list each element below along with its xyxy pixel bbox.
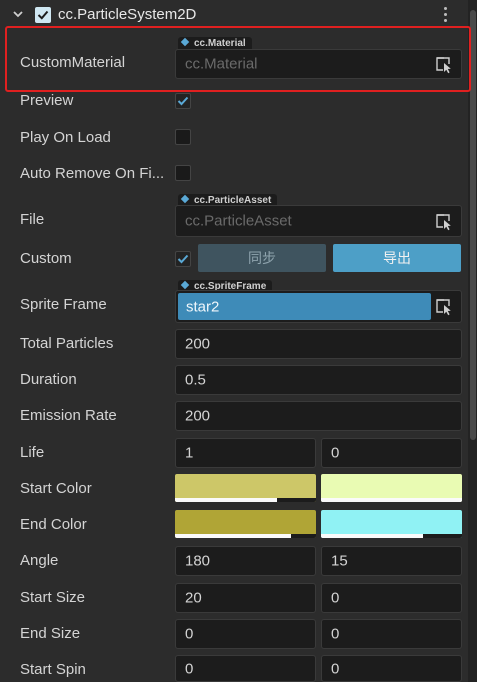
start-size-input[interactable]: 20: [175, 583, 316, 613]
start-spin-variance-input[interactable]: 0: [321, 655, 462, 682]
start-color-label: Start Color: [20, 480, 92, 497]
custom-label: Custom: [20, 250, 72, 267]
chevron-down-icon[interactable]: [12, 8, 24, 20]
start-color-variance-swatch[interactable]: [321, 474, 462, 502]
life-label: Life: [20, 444, 45, 461]
start-spin-label: Start Spin: [20, 661, 86, 678]
play-on-load-checkbox[interactable]: [175, 129, 191, 145]
alpha-bar: [321, 498, 462, 502]
custom-checkbox[interactable]: [175, 251, 191, 267]
check-icon: [37, 10, 49, 20]
start-spin-input[interactable]: 0: [175, 655, 316, 682]
end-size-label: End Size: [20, 625, 81, 642]
life-input[interactable]: 1: [175, 438, 316, 468]
alpha-bar-remainder: [422, 534, 462, 538]
end-size-variance-input[interactable]: 0: [321, 619, 462, 649]
alpha-bar: [175, 498, 277, 502]
sprite-frame-label: Sprite Frame: [20, 296, 107, 313]
highlight-box: [5, 26, 471, 92]
auto-remove-label: Auto Remove On Fi...: [20, 165, 165, 182]
total-particles-label: Total Particles: [20, 335, 114, 352]
more-options-icon[interactable]: [441, 7, 449, 23]
alpha-bar: [175, 534, 291, 538]
life-variance-input[interactable]: 0: [321, 438, 462, 468]
end-color-swatch[interactable]: [175, 510, 316, 538]
file-field[interactable]: cc.ParticleAsset: [175, 205, 462, 237]
sprite-frame-field[interactable]: star2: [175, 290, 462, 323]
emission-rate-input[interactable]: 200: [175, 401, 462, 431]
asset-diamond-icon: [180, 194, 190, 204]
asset-picker-icon[interactable]: [435, 213, 453, 231]
angle-label: Angle: [20, 552, 59, 569]
auto-remove-checkbox[interactable]: [175, 165, 191, 181]
angle-variance-input[interactable]: 15: [321, 546, 462, 576]
sprite-frame-value[interactable]: star2: [178, 293, 431, 320]
preview-label: Preview: [20, 92, 74, 109]
alpha-bar-remainder: [290, 534, 316, 538]
duration-input[interactable]: 0.5: [175, 365, 462, 395]
alpha-bar: [321, 534, 423, 538]
sync-button[interactable]: 同步: [198, 244, 326, 272]
emission-rate-label: Emission Rate: [20, 407, 117, 424]
start-color-swatch[interactable]: [175, 474, 316, 502]
file-label: File: [20, 211, 45, 228]
total-particles-input[interactable]: 200: [175, 329, 462, 359]
end-color-variance-swatch[interactable]: [321, 510, 462, 538]
duration-label: Duration: [20, 371, 77, 388]
component-enabled-checkbox[interactable]: [35, 7, 51, 23]
check-icon: [177, 254, 189, 264]
alpha-bar-remainder: [276, 498, 316, 502]
asset-diamond-icon: [180, 280, 190, 290]
start-size-variance-input[interactable]: 0: [321, 583, 462, 613]
end-size-input[interactable]: 0: [175, 619, 316, 649]
asset-picker-icon[interactable]: [435, 298, 453, 316]
angle-input[interactable]: 180: [175, 546, 316, 576]
check-icon: [177, 96, 189, 106]
preview-checkbox[interactable]: [175, 93, 191, 109]
end-color-label: End Color: [20, 516, 87, 533]
play-on-load-label: Play On Load: [20, 129, 111, 146]
start-size-label: Start Size: [20, 589, 86, 606]
component-title: cc.ParticleSystem2D: [58, 6, 197, 23]
export-button[interactable]: 导出: [333, 244, 461, 272]
